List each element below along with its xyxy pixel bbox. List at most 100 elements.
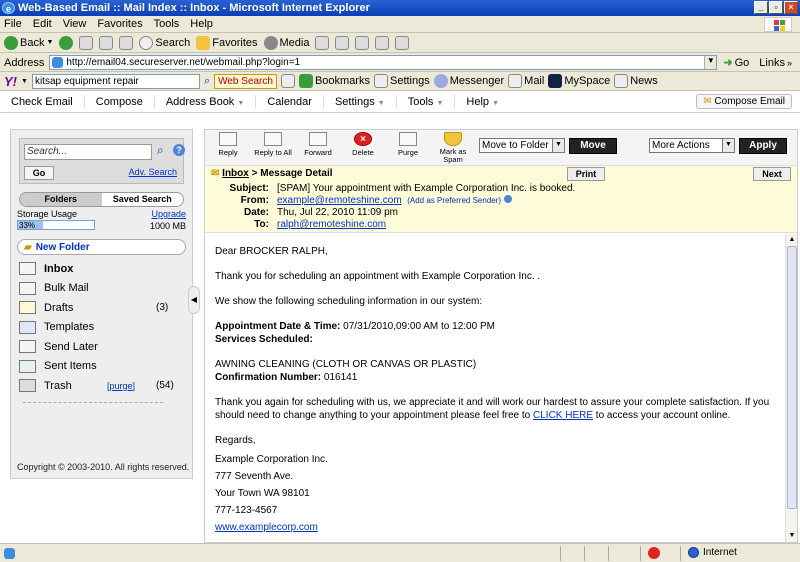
yahoo-logo-icon[interactable]: Y! [4,74,17,89]
go-button[interactable]: ➜ Go [723,56,749,70]
date-label: Date: [243,207,269,218]
forward-icon [309,132,327,146]
sent-items-icon [19,359,36,373]
links-button[interactable]: Links [759,57,785,69]
reply-button[interactable]: Reply [206,132,250,157]
status-bar: Internet [0,543,800,562]
folder-trash[interactable]: Trash [purge] (54) [11,376,192,396]
from-email-link[interactable]: example@remoteshine.com [277,195,402,206]
address-input[interactable]: http://email04.secureserver.net/webmail.… [49,55,718,70]
news-button[interactable]: News [614,74,658,88]
print-icon[interactable] [355,35,370,50]
folder-templates[interactable]: Templates [11,318,192,338]
edit-icon[interactable] [375,35,390,50]
add-preferred-sender-link[interactable]: (Add as Preferred Sender) [407,196,501,205]
discuss-icon[interactable] [395,35,410,50]
search-button[interactable]: Search [139,35,190,50]
search-icon[interactable]: ⌕ [157,143,164,158]
menu-edit[interactable]: Edit [33,18,52,30]
search-go-button[interactable]: Go [24,166,54,180]
bulk-mail-icon [19,281,36,295]
breadcrumb-inbox-link[interactable]: Inbox [222,168,249,179]
menu-favorites[interactable]: Favorites [97,18,142,30]
nav-tools[interactable]: Tools ▼ [397,94,456,109]
nav-compose[interactable]: Compose [85,94,155,109]
links-chevron-icon[interactable]: » [787,58,792,68]
collapse-panel-button[interactable]: ◀ [188,286,200,314]
scroll-thumb[interactable] [787,246,797,509]
menu-file[interactable]: File [4,18,22,30]
apply-button[interactable]: Apply [739,138,787,154]
mail-icon[interactable] [335,35,350,50]
message-header: ✉ Inbox > Message Detail Print Next Subj… [205,166,797,233]
street-address: 777 Seventh Ave. [215,471,294,482]
move-button[interactable]: Move [569,138,617,154]
mark-spam-button[interactable]: Mark as Spam [431,132,475,164]
move-to-folder-select[interactable]: Move to Folder ▼ [479,138,565,153]
reply-all-button[interactable]: Reply to All [251,132,295,157]
menu-view[interactable]: View [63,18,87,30]
print-button[interactable]: Print [567,167,605,181]
folder-bulk-mail[interactable]: Bulk Mail [11,279,192,299]
refresh-icon[interactable] [99,35,114,50]
home-icon[interactable] [119,35,134,50]
folder-sent-items[interactable]: Sent Items [11,357,192,377]
mail-search-input[interactable]: Search... [24,144,152,160]
more-actions-select[interactable]: More Actions ▼ [649,138,735,153]
folder-inbox[interactable]: Inbox [11,259,192,279]
new-folder-button[interactable]: ▰ New Folder [17,239,186,255]
folder-divider [23,401,163,403]
compose-email-button[interactable]: ✉ Compose Email [696,94,792,109]
nav-check-email[interactable]: Check Email [0,94,85,109]
magnifier-icon [139,35,154,50]
to-label: To: [254,219,269,230]
messenger-button[interactable]: Messenger [433,74,504,88]
help-icon[interactable]: ? [173,144,185,156]
next-button[interactable]: Next [753,167,791,181]
back-button[interactable]: Back ▼ [4,35,53,50]
delete-button[interactable]: × Delete [341,132,385,157]
stop-icon[interactable] [79,35,94,50]
purge-link[interactable]: [purge] [107,381,135,391]
favorites-button[interactable]: Favorites [196,35,258,50]
nav-address-book[interactable]: Address Book ▼ [155,94,257,109]
history-icon[interactable] [315,35,330,50]
folder-send-later[interactable]: Send Later [11,337,192,357]
scroll-up-icon[interactable]: ▲ [786,234,798,246]
menu-help[interactable]: Help [190,18,213,30]
message-scrollbar[interactable]: ▲ ▼ [785,234,797,542]
to-email-link[interactable]: ralph@remoteshine.com [277,219,386,230]
click-here-link[interactable]: CLICK HERE [533,410,593,421]
nav-settings[interactable]: Settings ▼ [324,94,397,109]
advanced-search-link[interactable]: Adv. Search [129,167,177,177]
close-button[interactable]: × [784,1,798,14]
yahoo-mail-button[interactable]: Mail [508,74,544,88]
website-link[interactable]: www.examplecorp.com [215,521,777,534]
popup-blocked-icon[interactable] [648,547,660,559]
yahoo-magnifier-icon[interactable]: ⌕ [204,75,210,88]
forward-button[interactable]: Forward [296,132,340,157]
upgrade-link[interactable]: Upgrade [151,209,186,219]
forward-arrow-icon[interactable] [59,35,74,50]
nav-help[interactable]: Help ▼ [455,95,510,109]
media-button[interactable]: Media [263,35,309,50]
myspace-button[interactable]: MySpace [548,74,610,88]
folder-drafts[interactable]: Drafts (3) [11,298,192,318]
yahoo-menu-icon[interactable]: ▼ [21,78,28,85]
tab-folders[interactable]: Folders [20,193,102,206]
purge-button[interactable]: Purge [386,132,430,157]
nav-calendar[interactable]: Calendar [256,94,324,109]
yahoo-settings-button[interactable]: Settings [373,74,430,88]
address-dropdown[interactable]: ▼ [704,56,717,69]
web-search-button[interactable]: Web Search [214,73,277,89]
restore-button[interactable]: ▫ [769,1,783,14]
menu-tools[interactable]: Tools [154,18,180,30]
yahoo-search-input[interactable]: kitsap equipment repair [31,73,200,89]
bookmarks-button[interactable]: Bookmarks [298,74,370,88]
address-label: Address [4,56,45,69]
info-icon[interactable] [503,195,512,203]
tab-saved-search[interactable]: Saved Search [101,193,183,206]
scroll-down-icon[interactable]: ▼ [786,530,798,542]
minimize-button[interactable]: _ [754,1,768,14]
highlight-icon[interactable] [280,74,295,88]
